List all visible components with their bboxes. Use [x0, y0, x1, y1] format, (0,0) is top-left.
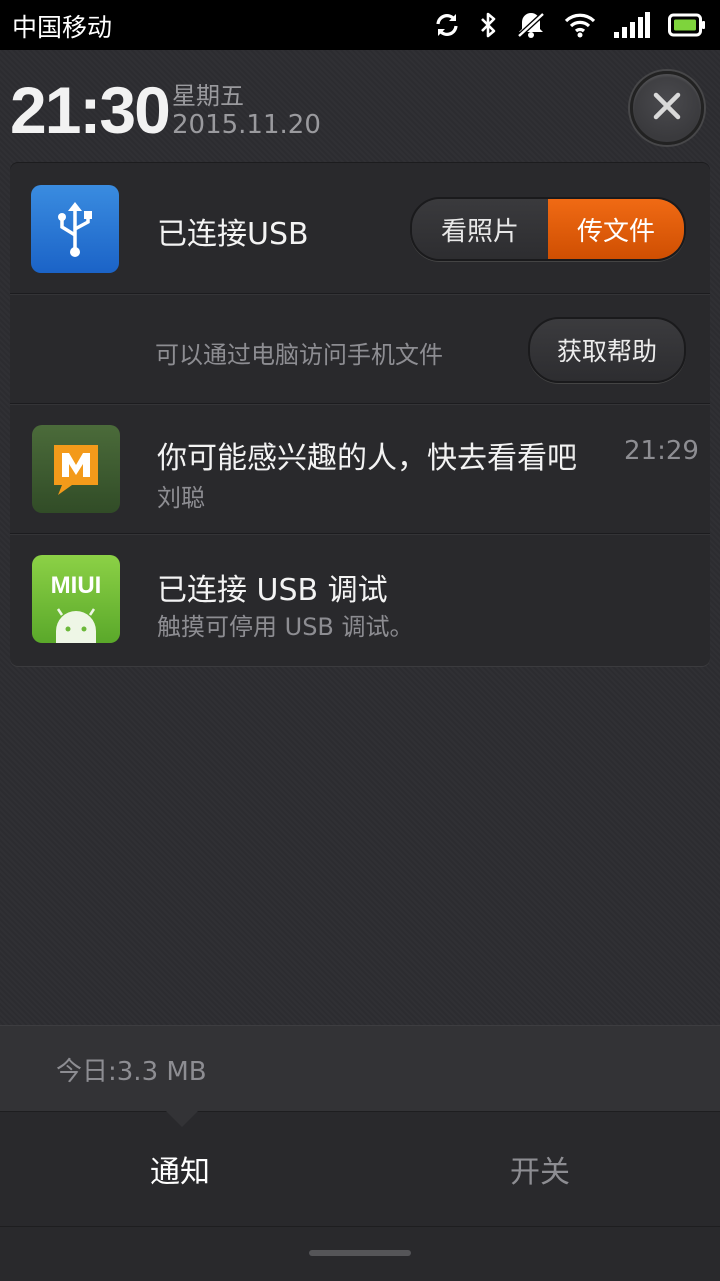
drag-handle[interactable] [309, 1250, 411, 1256]
usb-description: 可以通过电脑访问手机文件 [155, 341, 443, 369]
view-photos-button[interactable]: 看照片 [412, 199, 548, 259]
usb-icon [31, 185, 119, 273]
divider [10, 293, 710, 295]
data-usage-label: 今日:3.3 MB [56, 1057, 207, 1087]
battery-icon [668, 13, 706, 37]
data-usage-bar: 今日:3.3 MB [0, 1025, 720, 1112]
bluetooth-icon [478, 11, 498, 39]
clock: 21:30 [10, 73, 171, 147]
mute-icon [516, 11, 546, 39]
usb-mode-selector: 看照片 传文件 [410, 197, 686, 261]
sync-icon [434, 12, 460, 38]
usb-notification-title: 已连接USB [157, 217, 309, 252]
wifi-icon [564, 12, 596, 38]
tab-toggles[interactable]: 开关 [360, 1112, 720, 1226]
shade-tab-bar: 通知 开关 [0, 1111, 720, 1281]
notification-time: 21:29 [624, 436, 699, 466]
m-app-icon [32, 425, 120, 513]
shade-header: 21:30 星期五 2015.11.20 [0, 50, 720, 160]
status-icons [434, 0, 706, 50]
notification-title: 你可能感兴趣的人，快去看看吧 [157, 441, 577, 476]
date-label: 2015.11.20 [172, 110, 321, 140]
tab-notifications[interactable]: 通知 [0, 1112, 360, 1226]
clear-all-button[interactable] [630, 71, 704, 145]
title-fade [570, 425, 620, 485]
weekday-label: 星期五 [172, 82, 244, 110]
divider [0, 1226, 720, 1227]
notification-subtitle: 刘聪 [157, 484, 205, 512]
carrier-label: 中国移动 [12, 13, 113, 42]
notification-subtitle: 触摸可停用 USB 调试。 [157, 613, 414, 641]
notification-title: 已连接 USB 调试 [157, 573, 388, 608]
transfer-files-button[interactable]: 传文件 [548, 199, 684, 259]
status-bar: 中国移动 [0, 0, 720, 50]
close-icon [652, 91, 682, 125]
get-help-button[interactable]: 获取帮助 [528, 317, 686, 383]
miui-android-icon: MIUI [32, 555, 120, 643]
notification-list: 已连接USB 看照片 传文件 可以通过电脑访问手机文件 获取帮助 你可能感兴趣的… [10, 163, 710, 666]
signal-icon [614, 12, 650, 38]
miui-logo-text: MIUI [51, 572, 102, 599]
